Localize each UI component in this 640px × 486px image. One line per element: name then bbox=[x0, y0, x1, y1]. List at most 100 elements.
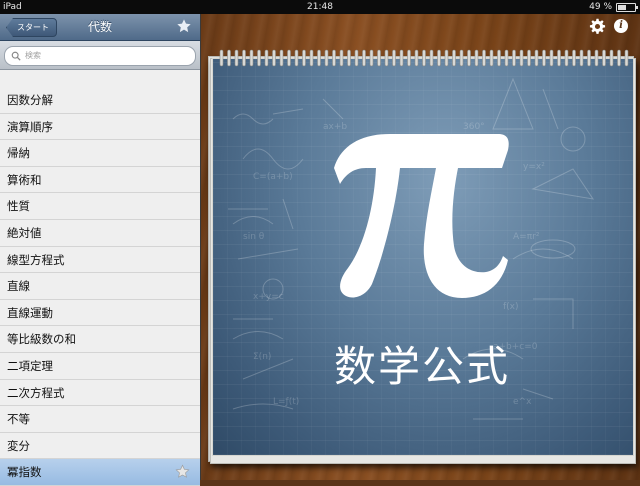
spiral-ring bbox=[272, 49, 276, 67]
spiral-ring bbox=[302, 49, 306, 67]
topic-row[interactable]: 直線運動 bbox=[0, 299, 200, 327]
pi-symbol bbox=[334, 134, 509, 298]
spiral-ring bbox=[324, 49, 329, 67]
topic-row[interactable]: 帰納 bbox=[0, 140, 200, 167]
topic-label: 冪指数 bbox=[7, 465, 42, 480]
topic-label: 二項定理 bbox=[7, 358, 53, 373]
sidebar: スタート 代数 検索 因数分解演算順序帰納算術和性質絶対値線型方程式直線直線運動… bbox=[0, 14, 201, 486]
battery-percent: 49 % bbox=[589, 2, 612, 12]
spiral-ring bbox=[377, 49, 381, 67]
topic-label: 因数分解 bbox=[7, 93, 53, 107]
status-bar: iPad 21:48 49 % bbox=[0, 0, 640, 14]
svg-text:sin θ: sin θ bbox=[243, 232, 265, 242]
topic-row[interactable]: 算術和 bbox=[0, 166, 200, 194]
search-icon bbox=[11, 51, 21, 61]
spiral-ring bbox=[489, 49, 494, 67]
spiral-ring bbox=[399, 49, 404, 67]
spiral-ring bbox=[534, 49, 539, 67]
nav-bar: スタート 代数 bbox=[0, 14, 200, 41]
spiral-ring bbox=[602, 49, 606, 67]
spiral-ring bbox=[587, 49, 591, 67]
topic-row[interactable]: 直線 bbox=[0, 273, 200, 300]
status-right: 49 % bbox=[589, 0, 638, 14]
search-input[interactable]: 検索 bbox=[4, 46, 196, 66]
svg-text:A=πr²: A=πr² bbox=[513, 232, 540, 242]
topic-row[interactable]: 等比級数の和 bbox=[0, 326, 200, 353]
topic-row[interactable]: 性質 bbox=[0, 193, 200, 220]
spiral-binding bbox=[219, 49, 629, 67]
topic-label: 算術和 bbox=[7, 172, 42, 187]
topic-label: 直線 bbox=[7, 279, 30, 294]
spiral-ring bbox=[369, 49, 374, 67]
spiral-ring bbox=[497, 49, 501, 67]
spiral-ring bbox=[422, 49, 426, 67]
row-favorite-star-icon[interactable] bbox=[175, 464, 190, 479]
topic-label: 不等 bbox=[7, 412, 30, 427]
topic-label: 直線運動 bbox=[7, 305, 53, 320]
spiral-ring bbox=[339, 49, 344, 67]
spiral-ring bbox=[624, 49, 629, 67]
spiral-ring bbox=[294, 49, 299, 67]
spiral-ring bbox=[512, 49, 516, 67]
topic-label: 二次方程式 bbox=[7, 385, 65, 400]
cover-title: 数学公式 bbox=[333, 342, 510, 391]
spiral-ring bbox=[519, 49, 524, 67]
topic-row[interactable]: 変分 bbox=[0, 432, 200, 460]
spiral-ring bbox=[407, 49, 411, 67]
spiral-ring bbox=[264, 49, 269, 67]
spiral-ring bbox=[279, 49, 284, 67]
svg-text:x+y=c: x+y=c bbox=[253, 292, 284, 302]
topic-label: 絶対値 bbox=[7, 225, 42, 240]
topic-row[interactable]: 線型方程式 bbox=[0, 246, 200, 274]
svg-text:y=x²: y=x² bbox=[523, 162, 545, 172]
spiral-ring bbox=[527, 49, 531, 67]
topic-row[interactable]: 不等 bbox=[0, 406, 200, 433]
nav-title: 代数 bbox=[87, 20, 112, 34]
spiral-ring bbox=[234, 49, 239, 67]
spiral-ring bbox=[392, 49, 396, 67]
spiral-ring bbox=[332, 49, 336, 67]
spiral-ring bbox=[227, 49, 231, 67]
favorite-star-icon[interactable] bbox=[176, 18, 192, 34]
spiral-ring bbox=[609, 49, 614, 67]
info-icon[interactable]: i bbox=[614, 19, 628, 33]
spiral-ring bbox=[362, 49, 366, 67]
topic-row[interactable]: 冪指数 bbox=[0, 459, 200, 486]
spiral-ring bbox=[249, 49, 254, 67]
topic-row[interactable]: 絶対値 bbox=[0, 219, 200, 247]
spiral-ring bbox=[482, 49, 486, 67]
spiral-ring bbox=[444, 49, 449, 67]
status-time: 21:48 bbox=[307, 2, 333, 12]
spiral-ring bbox=[617, 49, 621, 67]
topic-row[interactable]: 因数分解 bbox=[0, 87, 200, 114]
spiral-ring bbox=[287, 49, 291, 67]
spiral-ring bbox=[504, 49, 509, 67]
topic-row[interactable]: 二項定理 bbox=[0, 352, 200, 380]
topic-row[interactable]: 演算順序 bbox=[0, 113, 200, 141]
spiral-ring bbox=[564, 49, 569, 67]
svg-text:C=(a+b): C=(a+b) bbox=[253, 172, 293, 182]
spiral-ring bbox=[467, 49, 471, 67]
spiral-ring bbox=[579, 49, 584, 67]
svg-text:f(x): f(x) bbox=[503, 302, 519, 312]
search-bar: 検索 bbox=[0, 41, 200, 70]
topic-row[interactable]: 二次方程式 bbox=[0, 379, 200, 407]
spiral-ring bbox=[557, 49, 561, 67]
spiral-ring bbox=[317, 49, 321, 67]
spiral-ring bbox=[347, 49, 351, 67]
topic-label: 帰納 bbox=[7, 146, 30, 161]
spiral-ring bbox=[459, 49, 464, 67]
spiral-ring bbox=[452, 49, 456, 67]
settings-gear-icon[interactable] bbox=[589, 18, 606, 35]
topic-label: 変分 bbox=[7, 438, 30, 453]
spiral-ring bbox=[594, 49, 599, 67]
topic-label: 演算順序 bbox=[7, 119, 53, 134]
topic-list: 因数分解演算順序帰納算術和性質絶対値線型方程式直線直線運動等比級数の和 二項定理二… bbox=[0, 87, 200, 486]
topic-label: 性質 bbox=[7, 199, 30, 214]
spiral-ring bbox=[242, 49, 246, 67]
battery-icon bbox=[616, 2, 638, 12]
topic-label: 等比級数の和 bbox=[7, 332, 76, 347]
svg-text:e^x: e^x bbox=[513, 397, 532, 407]
spiral-ring bbox=[542, 49, 546, 67]
spiral-ring bbox=[384, 49, 389, 67]
